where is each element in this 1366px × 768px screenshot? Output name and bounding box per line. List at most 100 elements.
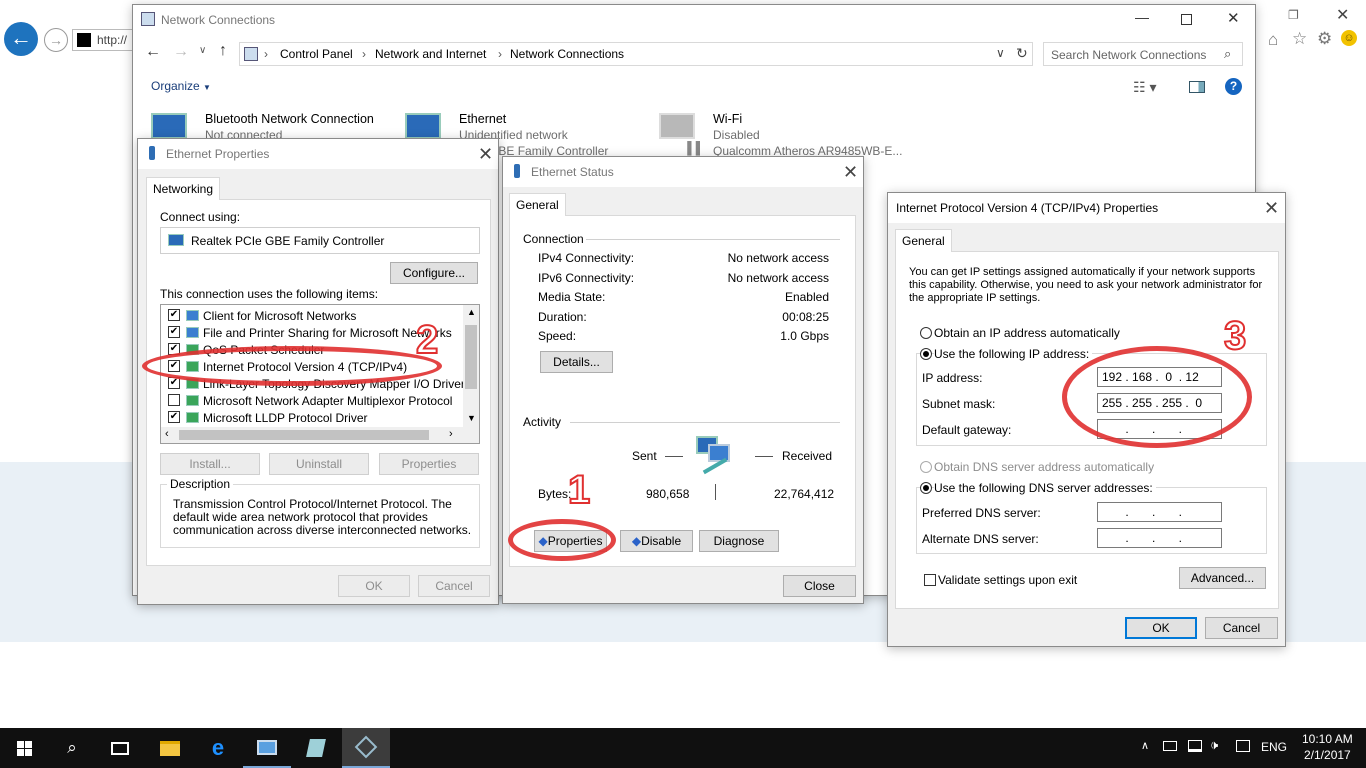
list-item-checkbox[interactable]: ✔ bbox=[168, 411, 180, 423]
status-close-button[interactable]: Close bbox=[783, 575, 856, 597]
disable-button[interactable]: ◆Disable bbox=[620, 530, 693, 552]
ethstatus-title: Ethernet Status bbox=[531, 165, 614, 179]
tab-networking[interactable]: Networking bbox=[146, 177, 221, 200]
pref-dns-input[interactable]: . . . bbox=[1097, 502, 1222, 522]
tab-general[interactable]: General bbox=[509, 193, 566, 216]
bytes-label: Bytes: bbox=[538, 487, 572, 501]
list-hscrollbar[interactable]: ‹ › bbox=[161, 427, 479, 443]
uninstall-button[interactable]: Uninstall bbox=[269, 453, 369, 475]
notepad-icon[interactable] bbox=[292, 728, 340, 768]
smiley-icon[interactable]: ☺ bbox=[1341, 30, 1357, 46]
tray-time[interactable]: 10:10 AM bbox=[1302, 732, 1353, 746]
tray-action-center-icon[interactable] bbox=[1236, 740, 1250, 752]
scroll-right-icon[interactable]: › bbox=[449, 428, 453, 440]
configure-button[interactable]: Configure... bbox=[390, 262, 478, 284]
nav-forward-icon[interactable]: → bbox=[173, 43, 189, 61]
scroll-down-icon[interactable]: ▼ bbox=[467, 413, 476, 423]
home-icon[interactable]: ⌂ bbox=[1268, 30, 1278, 50]
nav-recent-icon[interactable]: ∨ bbox=[199, 45, 206, 56]
file-explorer-icon[interactable] bbox=[146, 728, 194, 768]
back-button[interactable]: ← bbox=[4, 22, 38, 56]
start-button[interactable] bbox=[0, 728, 48, 768]
tray-date[interactable]: 2/1/2017 bbox=[1304, 748, 1351, 762]
list-item-checkbox[interactable] bbox=[168, 394, 180, 406]
netconn-title: Network Connections bbox=[161, 13, 276, 27]
tray-network-icon[interactable] bbox=[1188, 740, 1202, 752]
alt-dns-input[interactable]: . . . bbox=[1097, 528, 1222, 548]
preview-pane-icon[interactable] bbox=[1189, 81, 1205, 93]
ok-label: OK bbox=[365, 579, 383, 593]
validate-label[interactable]: Validate settings upon exit bbox=[938, 573, 1077, 587]
tray-volume-icon[interactable]: 🕩︎ bbox=[1210, 737, 1218, 753]
minimize-icon[interactable]: — bbox=[1135, 9, 1149, 25]
list-item-checkbox[interactable]: ✔ bbox=[168, 326, 180, 338]
search-taskbar-icon[interactable]: ⌕ bbox=[48, 728, 96, 768]
network-settings-icon[interactable] bbox=[342, 728, 390, 768]
ethprops-close-icon[interactable]: ✕ bbox=[478, 145, 493, 163]
ipv4-ok-button[interactable]: OK bbox=[1125, 617, 1197, 639]
internet-explorer-icon[interactable]: e bbox=[194, 728, 242, 768]
view-options-icon[interactable]: ☷ ▾ bbox=[1133, 79, 1156, 96]
auto-ip-radio[interactable] bbox=[920, 327, 932, 339]
auto-dns-radio[interactable] bbox=[920, 461, 932, 473]
browser-restore-icon[interactable]: ❐ bbox=[1288, 8, 1299, 22]
ipv4-cancel-button[interactable]: Cancel bbox=[1205, 617, 1278, 639]
organize-dropdown-icon: ▼ bbox=[203, 83, 211, 92]
ethstatus-panel: Connection IPv4 Connectivity: No network … bbox=[509, 215, 856, 567]
breadcrumb-dropdown-icon[interactable]: ∨ bbox=[996, 46, 1005, 60]
sent-line bbox=[665, 456, 683, 457]
scroll-left-icon[interactable]: ‹ bbox=[165, 428, 169, 440]
forward-button[interactable]: → bbox=[44, 28, 68, 52]
breadcrumb: › Control Panel › Network and Internet ›… bbox=[239, 42, 1033, 66]
ethprops-cancel-button[interactable]: Cancel bbox=[418, 575, 490, 597]
favorites-icon[interactable]: ☆ bbox=[1292, 29, 1307, 49]
list-vscrollbar[interactable]: ▲ ▼ bbox=[463, 305, 479, 429]
list-item[interactable]: ✔ Microsoft LLDP Protocol Driver bbox=[161, 409, 461, 426]
status-row-value: 00:08:25 bbox=[782, 309, 829, 324]
tray-chevron-icon[interactable]: ∧ bbox=[1141, 739, 1149, 752]
list-item-checkbox[interactable]: ✔ bbox=[168, 309, 180, 321]
ipv4-tab-general[interactable]: General bbox=[895, 229, 952, 252]
manual-ip-label[interactable]: Use the following IP address: bbox=[934, 347, 1093, 361]
help-icon[interactable]: ? bbox=[1225, 78, 1242, 95]
adapter-wifi[interactable]: ▐▐ Wi-Fi Disabled Qualcomm Atheros AR948… bbox=[659, 111, 929, 161]
close-icon[interactable]: ✕ bbox=[1227, 9, 1240, 27]
tray-language[interactable]: ENG bbox=[1261, 740, 1287, 754]
details-button[interactable]: Details... bbox=[540, 351, 613, 373]
ipv4-close-icon[interactable]: ✕ bbox=[1264, 199, 1279, 217]
nav-back-icon[interactable]: ← bbox=[145, 43, 161, 61]
address-bar[interactable]: http:// bbox=[72, 29, 134, 51]
manual-dns-radio[interactable] bbox=[920, 482, 932, 494]
control-panel-icon[interactable] bbox=[243, 728, 291, 768]
maximize-icon[interactable] bbox=[1181, 14, 1192, 25]
list-item-label: File and Printer Sharing for Microsoft N… bbox=[203, 326, 452, 340]
ipv4-titlebar: Internet Protocol Version 4 (TCP/IPv4) P… bbox=[888, 193, 1285, 223]
tray-people-icon[interactable] bbox=[1163, 741, 1177, 751]
validate-checkbox[interactable] bbox=[924, 574, 936, 586]
task-view-icon[interactable] bbox=[96, 728, 144, 768]
diagnose-button[interactable]: Diagnose bbox=[699, 530, 779, 552]
item-properties-button[interactable]: Properties bbox=[379, 453, 479, 475]
scroll-thumb[interactable] bbox=[465, 325, 477, 389]
breadcrumb-network-connections[interactable]: Network Connections bbox=[510, 47, 624, 61]
install-button[interactable]: Install... bbox=[160, 453, 260, 475]
manual-dns-label[interactable]: Use the following DNS server addresses: bbox=[934, 481, 1156, 495]
hscroll-thumb[interactable] bbox=[179, 430, 429, 440]
search-input[interactable]: Search Network Connections ⌕ bbox=[1043, 42, 1243, 66]
manual-ip-radio[interactable] bbox=[920, 348, 932, 360]
browser-close-icon[interactable]: ✕ bbox=[1336, 5, 1349, 25]
component-icon bbox=[186, 310, 199, 321]
ethstatus-close-icon[interactable]: ✕ bbox=[843, 163, 858, 181]
breadcrumb-network-internet[interactable]: Network and Internet bbox=[375, 47, 486, 61]
list-item[interactable]: Microsoft Network Adapter Multiplexor Pr… bbox=[161, 392, 461, 409]
scroll-up-icon[interactable]: ▲ bbox=[467, 307, 476, 317]
breadcrumb-control-panel[interactable]: Control Panel bbox=[280, 47, 353, 61]
received-label: Received bbox=[782, 449, 833, 463]
settings-icon[interactable]: ⚙ bbox=[1317, 29, 1332, 49]
ethprops-ok-button[interactable]: OK bbox=[338, 575, 410, 597]
auto-ip-label[interactable]: Obtain an IP address automatically bbox=[934, 326, 1120, 340]
refresh-icon[interactable]: ↻ bbox=[1016, 45, 1028, 62]
organize-menu[interactable]: Organize ▼ bbox=[151, 79, 211, 93]
nav-up-icon[interactable]: ↑ bbox=[219, 42, 227, 60]
advanced-button[interactable]: Advanced... bbox=[1179, 567, 1266, 589]
